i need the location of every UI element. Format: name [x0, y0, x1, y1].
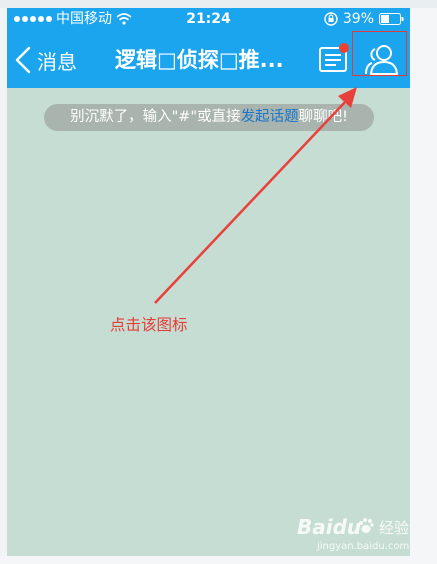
annotation-arrow [154, 87, 357, 304]
